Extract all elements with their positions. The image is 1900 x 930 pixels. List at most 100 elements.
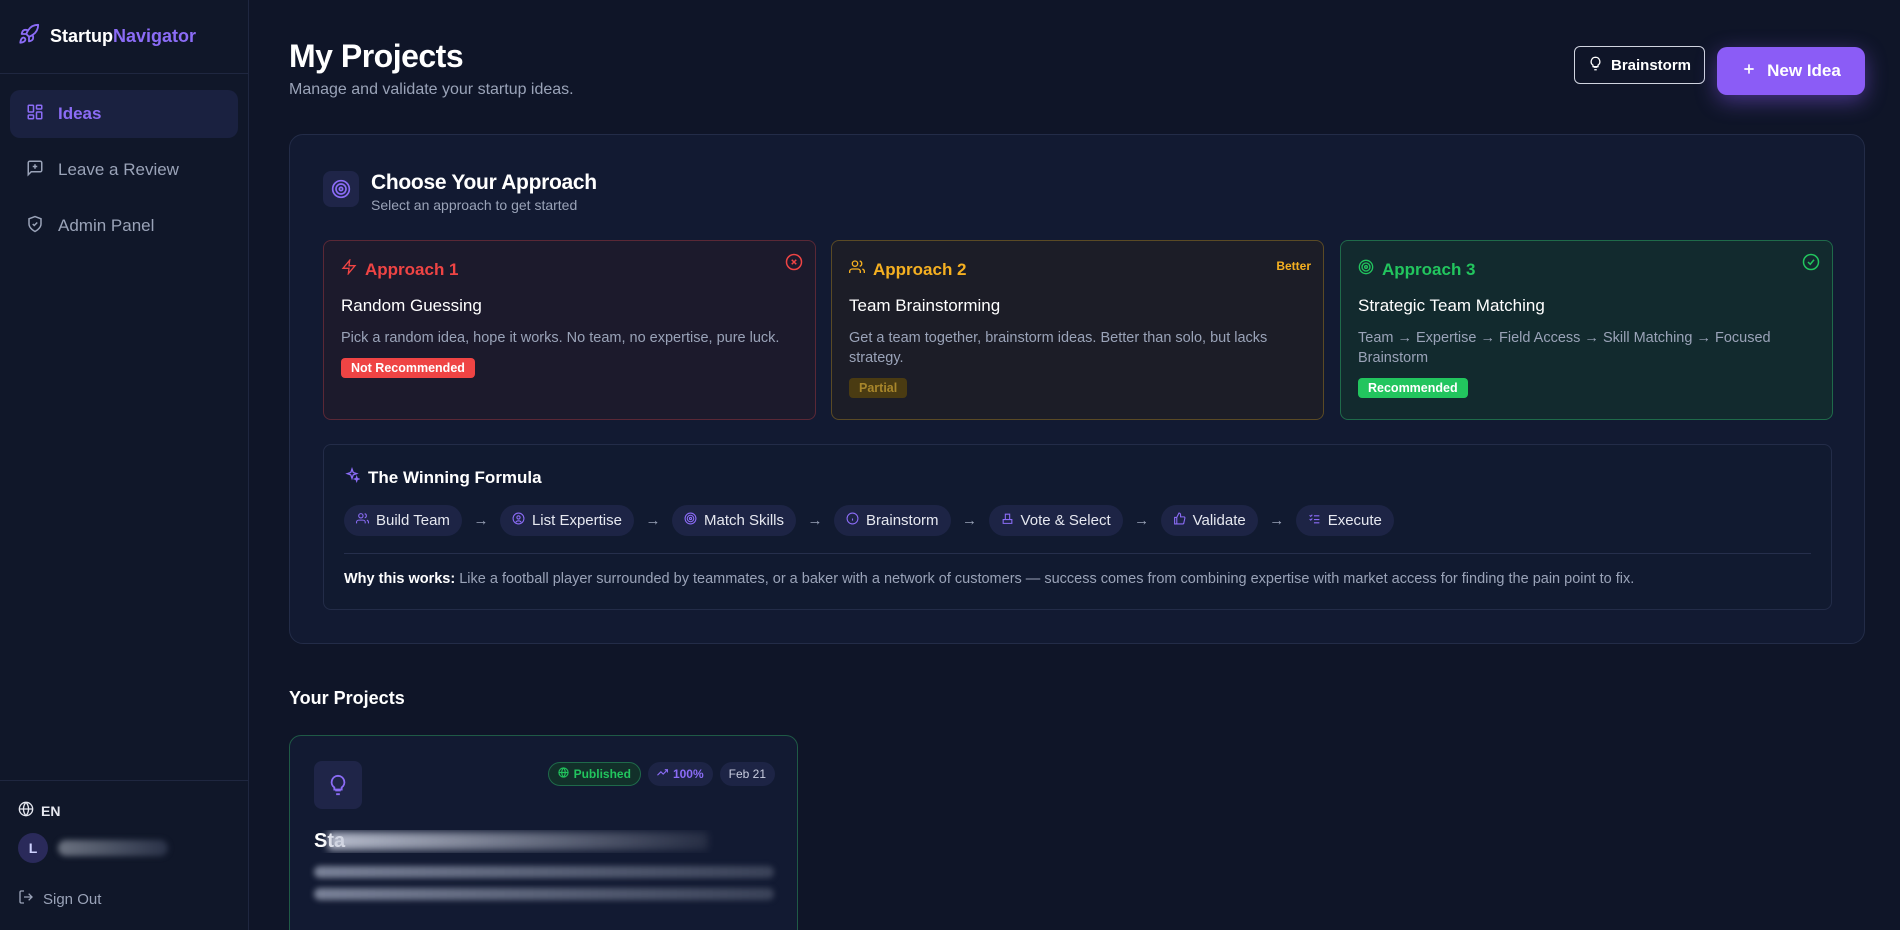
user-profile[interactable]: L xyxy=(18,833,168,863)
check-circle-icon xyxy=(1802,253,1820,276)
users-icon xyxy=(356,512,370,529)
thumbs-up-icon xyxy=(1173,512,1186,529)
trending-up-icon xyxy=(656,767,669,781)
lightbulb-icon xyxy=(314,761,362,809)
arrow-right-icon: → xyxy=(962,512,978,529)
status-badge: Published xyxy=(547,762,641,786)
arrow-right-icon: → xyxy=(473,512,489,529)
brand-logo[interactable]: StartupNavigator xyxy=(0,0,248,74)
formula-steps: Build Team → List Expertise → Match Skil… xyxy=(344,505,1394,536)
step-list-expertise: List Expertise xyxy=(499,505,634,536)
sidebar-item-ideas[interactable]: Ideas xyxy=(10,90,238,138)
step-label: Match Skills xyxy=(703,512,785,529)
page-subtitle: Manage and validate your startup ideas. xyxy=(289,81,574,98)
sidebar-item-label: Leave a Review xyxy=(58,160,179,179)
progress-label: 100% xyxy=(672,767,704,781)
message-plus-icon xyxy=(26,159,44,182)
approach-title: Choose Your Approach xyxy=(371,171,597,194)
sidebar-footer: EN L Sign Out xyxy=(0,780,248,930)
step-label: Build Team xyxy=(376,512,450,529)
arrow-right-icon: → xyxy=(1269,512,1285,529)
language-label: EN xyxy=(41,802,61,819)
progress-badge: 100% xyxy=(647,762,713,786)
sparkles-icon xyxy=(344,466,361,488)
sign-out-button[interactable]: Sign Out xyxy=(18,889,101,909)
step-vote-select: Vote & Select xyxy=(988,505,1123,536)
vote-icon xyxy=(1001,512,1014,529)
status-badge: Recommended xyxy=(1358,378,1468,398)
your-projects-heading: Your Projects xyxy=(289,688,405,708)
project-desc-redacted xyxy=(314,866,774,878)
project-badges: Published 100% Feb 21 xyxy=(547,762,775,786)
formula-title: The Winning Formula xyxy=(368,467,542,487)
step-label: Brainstorm xyxy=(866,512,939,529)
new-idea-button[interactable]: New Idea xyxy=(1717,47,1865,95)
approach-card-2[interactable]: Approach 2 Better Team Brainstorming Get… xyxy=(831,240,1324,420)
new-idea-label: New Idea xyxy=(1767,61,1841,80)
approach-label: Approach 1 xyxy=(365,259,459,279)
date-badge: Feb 21 xyxy=(719,762,775,786)
approach-card-title: Team Brainstorming xyxy=(849,296,1001,315)
status-label: Published xyxy=(573,767,631,781)
sidebar-item-label: Ideas xyxy=(58,104,102,123)
language-selector[interactable]: EN xyxy=(18,801,60,820)
arrow-right-icon: → xyxy=(1134,512,1150,529)
approach-card-title: Strategic Team Matching xyxy=(1358,296,1545,315)
plus-icon xyxy=(1741,61,1757,82)
step-validate: Validate xyxy=(1160,505,1258,536)
user-name-redacted xyxy=(58,840,168,856)
status-badge: Partial xyxy=(849,378,908,398)
approach-card-desc: Pick a random idea, hope it works. No te… xyxy=(341,330,780,346)
log-out-icon xyxy=(18,889,34,909)
lightbulb-icon xyxy=(1588,56,1603,75)
step-label: Vote & Select xyxy=(1020,512,1111,529)
sidebar: StartupNavigator Ideas Leave a Review Ad… xyxy=(0,0,249,930)
better-tag: Better xyxy=(1276,259,1311,273)
arrow-right-icon: → xyxy=(807,512,823,529)
globe-icon xyxy=(557,767,569,781)
winning-formula: The Winning Formula Build Team → List Ex… xyxy=(323,444,1832,610)
approach-card-3[interactable]: Approach 3 Strategic Team Matching Team … xyxy=(1340,240,1833,420)
why-this-works: Why this works: Like a football player s… xyxy=(344,571,1634,587)
list-check-icon xyxy=(1308,512,1321,529)
project-card[interactable]: Published 100% Feb 21 Sta xyxy=(289,735,798,930)
step-match-skills: Match Skills xyxy=(671,505,797,536)
approach-subtitle: Select an approach to get started xyxy=(371,197,578,213)
sidebar-item-leave-review[interactable]: Leave a Review xyxy=(10,146,238,194)
status-badge: Not Recommended xyxy=(341,358,475,378)
step-label: List Expertise xyxy=(531,512,622,529)
avatar: L xyxy=(18,833,48,863)
sidebar-nav: Ideas Leave a Review Admin Panel xyxy=(0,74,248,274)
shield-check-icon xyxy=(26,215,44,238)
approach-label: Approach 2 xyxy=(873,259,967,279)
x-circle-icon xyxy=(785,253,803,276)
brand-name-part1: Startup xyxy=(50,26,113,46)
divider xyxy=(344,553,1811,554)
users-icon xyxy=(849,259,866,280)
why-text: Like a football player surrounded by tea… xyxy=(459,571,1635,587)
step-label: Execute xyxy=(1327,512,1382,529)
globe-icon xyxy=(18,801,34,820)
approach-card-desc: Team → Expertise → Field Access → Skill … xyxy=(1358,330,1771,366)
grid-icon xyxy=(26,103,44,126)
step-brainstorm: Brainstorm xyxy=(834,505,951,536)
sidebar-item-label: Admin Panel xyxy=(58,216,155,235)
target-icon xyxy=(323,171,359,207)
sidebar-item-admin-panel[interactable]: Admin Panel xyxy=(10,202,238,250)
step-build-team: Build Team xyxy=(344,505,462,536)
approach-card-title: Random Guessing xyxy=(341,296,482,315)
approach-card-1[interactable]: Approach 1 Random Guessing Pick a random… xyxy=(323,240,816,420)
page-title: My Projects xyxy=(289,38,464,74)
project-title: Sta xyxy=(314,830,714,853)
brainstorm-button[interactable]: Brainstorm xyxy=(1574,46,1705,84)
step-execute: Execute xyxy=(1295,505,1394,536)
approach-panel: Choose Your Approach Select an approach … xyxy=(289,134,1865,644)
target-icon xyxy=(1358,259,1374,280)
sign-out-label: Sign Out xyxy=(43,890,102,908)
rocket-icon xyxy=(18,23,40,50)
zap-icon xyxy=(341,258,357,280)
brainstorm-label: Brainstorm xyxy=(1610,56,1692,74)
arrow-right-icon: → xyxy=(645,512,661,529)
brand-name-part2: Navigator xyxy=(113,26,197,46)
project-desc-redacted xyxy=(314,888,774,900)
